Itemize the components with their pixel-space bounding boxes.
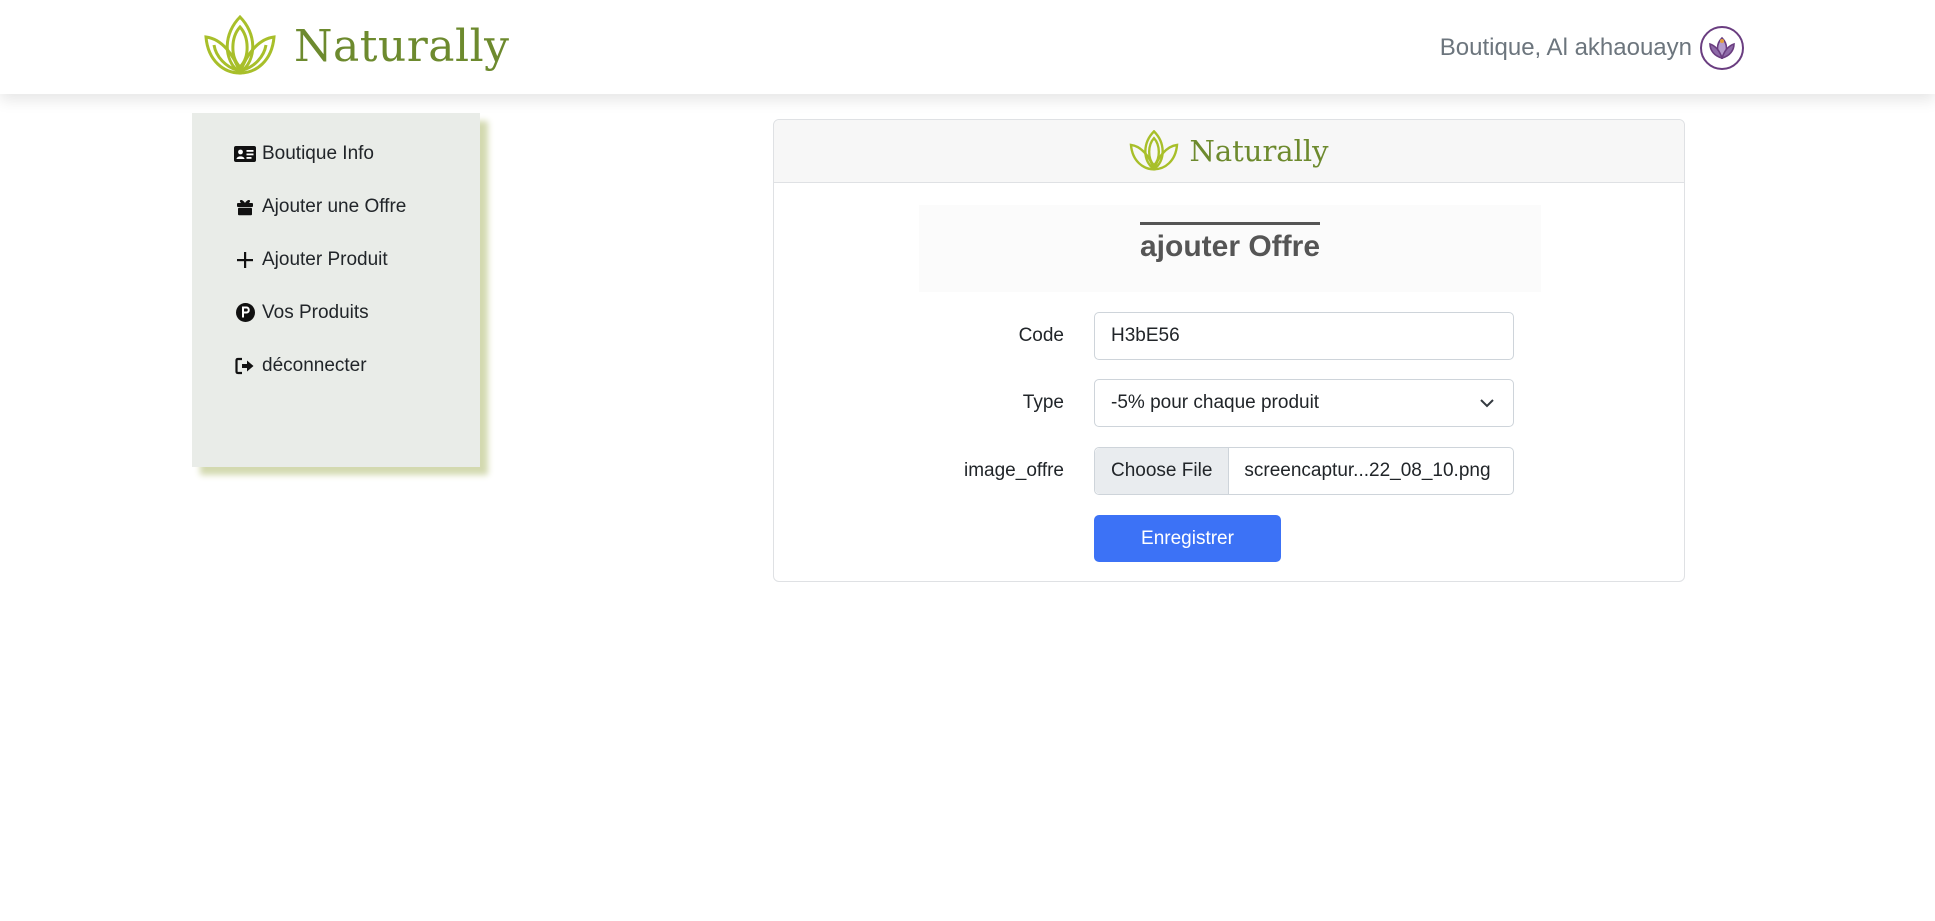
- card-brand-name: Naturally: [1189, 134, 1329, 168]
- top-navbar: Naturally Boutique, Al akhaouayn: [0, 0, 1935, 94]
- plus-icon: [234, 250, 256, 270]
- code-input[interactable]: H3bE56: [1094, 312, 1514, 360]
- leaf-logo-icon: [204, 15, 276, 75]
- image-label: image_offre: [964, 460, 1064, 481]
- sidebar-item-vos-produits[interactable]: Vos Produits: [192, 286, 480, 339]
- sidebar-item-ajouter-offre[interactable]: Ajouter une Offre: [192, 180, 480, 233]
- sidebar-item-deconnecter[interactable]: déconnecter: [192, 339, 480, 392]
- type-label: Type: [1022, 392, 1064, 413]
- sidebar-item-label: Ajouter Produit: [262, 248, 388, 270]
- sidebar-item-boutique-info[interactable]: Boutique Info: [192, 127, 480, 180]
- code-value: H3bE56: [1111, 325, 1180, 346]
- code-row: Code H3bE56: [774, 312, 1686, 360]
- file-name: screencaptur...22_08_10.png: [1244, 460, 1491, 481]
- sidebar-item-label: Boutique Info: [262, 142, 374, 164]
- flower-avatar-icon: [1709, 36, 1735, 60]
- choose-file-button[interactable]: Choose File: [1095, 448, 1230, 494]
- sidebar-item-ajouter-produit[interactable]: Ajouter Produit: [192, 233, 480, 286]
- type-selected-value: -5% pour chaque produit: [1111, 392, 1320, 413]
- page-title: ajouter Offre: [1139, 222, 1321, 265]
- user-menu[interactable]: Boutique, Al akhaouayn: [1440, 26, 1744, 70]
- id-card-icon: [234, 144, 256, 164]
- form-title-box: ajouter Offre: [919, 205, 1541, 292]
- leaf-logo-icon: [1130, 130, 1179, 171]
- user-name: Boutique, Al akhaouayn: [1439, 34, 1692, 61]
- sidebar-item-label: Ajouter une Offre: [262, 195, 407, 217]
- brand[interactable]: Naturally: [204, 15, 510, 77]
- sign-out-icon: [234, 356, 256, 376]
- avatar[interactable]: [1700, 26, 1744, 70]
- type-row: Type -5% pour chaque produit: [774, 379, 1686, 427]
- card-header: Naturally: [774, 120, 1684, 183]
- chevron-down-icon: [1480, 399, 1494, 408]
- product-circle-icon: [234, 303, 256, 323]
- image-row: image_offre Choose File screencaptur...2…: [774, 447, 1686, 495]
- brand-name: Naturally: [294, 20, 510, 72]
- type-select[interactable]: -5% pour chaque produit: [1094, 379, 1514, 427]
- sidebar-item-label: Vos Produits: [262, 301, 369, 323]
- sidebar: Boutique Info Ajouter une Offre Ajouter …: [192, 113, 480, 467]
- image-file-input[interactable]: Choose File screencaptur...22_08_10.png: [1094, 447, 1514, 495]
- save-button[interactable]: Enregistrer: [1094, 515, 1281, 562]
- gift-icon: [234, 197, 256, 217]
- code-label: Code: [1018, 325, 1064, 346]
- sidebar-item-label: déconnecter: [262, 354, 367, 376]
- offer-form-card: Naturally ajouter Offre Code H3bE56 Type…: [773, 119, 1685, 582]
